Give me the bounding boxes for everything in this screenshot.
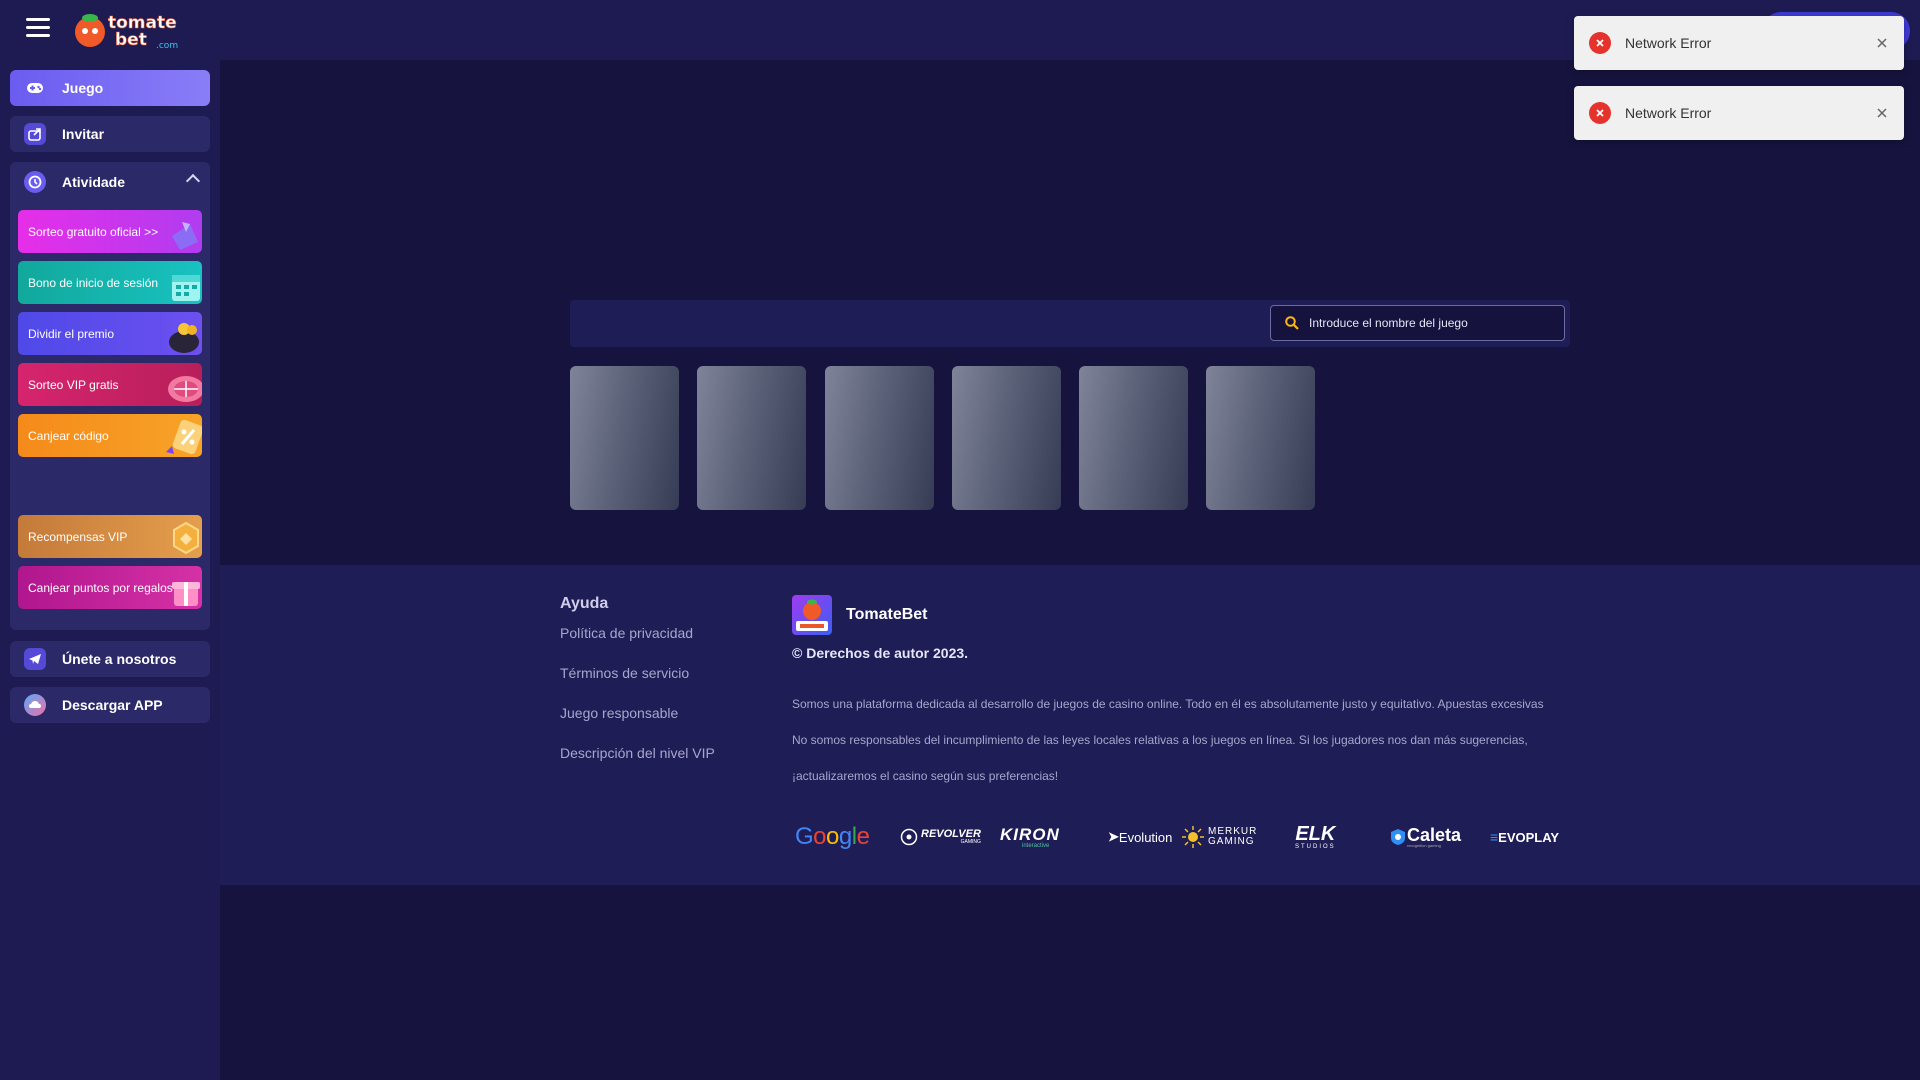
error-toast: Network Error [1574, 86, 1904, 140]
roulette-wheel-icon [168, 376, 202, 402]
footer-link-terms[interactable]: Términos de servicio [560, 665, 689, 681]
promo-label: Canjear código [28, 429, 109, 443]
activity-toggle[interactable]: Atividade [10, 162, 210, 202]
promo-label: Sorteo VIP gratis [28, 378, 119, 392]
footer-description-line: No somos responsables del incumplimiento… [792, 733, 1528, 747]
partner-name: KIRON [1000, 824, 1060, 844]
partner-name: MERKUR GAMING [1208, 825, 1258, 847]
partner-name: ELK [1295, 823, 1336, 845]
partner-logo-caleta: Caleta recognition gaming [1390, 825, 1461, 849]
partner-logo-google: Google [795, 823, 870, 850]
sidebar-item-juego[interactable]: Juego [10, 70, 210, 106]
partner-subtitle: interactive [1022, 842, 1050, 849]
gift-icon [172, 222, 198, 250]
sidebar-item-label: Invitar [62, 126, 105, 142]
partner-name: EVOPLAY [1498, 829, 1560, 845]
svg-text:bet: bet [115, 30, 147, 50]
svg-text:.com: .com [156, 41, 178, 51]
partner-logo-evoplay: ≡ EVOPLAY [1490, 829, 1560, 845]
merkur-sun-icon [1182, 826, 1204, 848]
close-icon[interactable] [1875, 36, 1889, 50]
download-app-icon [24, 694, 46, 716]
gamepad-icon [24, 77, 46, 99]
game-card-placeholder[interactable] [570, 366, 679, 510]
search-input[interactable] [1309, 316, 1549, 330]
calendar-icon [172, 275, 200, 301]
partner-subtitle: GAMING [960, 839, 981, 845]
promo-label: Recompensas VIP [28, 530, 128, 544]
error-icon [1589, 102, 1611, 124]
error-toast: Network Error [1574, 16, 1904, 70]
footer-link-vip-levels[interactable]: Descripción del nivel VIP [560, 745, 715, 761]
search-field[interactable] [1270, 305, 1565, 341]
partner-name: Evolution [1118, 829, 1173, 845]
activity-panel: Atividade Sorteo gratuito oficial >> Bon… [10, 162, 210, 630]
footer-description-line: Somos una plataforma dedicada al desarro… [792, 697, 1544, 711]
promo-label: Dividir el premio [28, 327, 115, 341]
promo-canjear-puntos[interactable]: Canjear puntos por regalos [18, 566, 202, 609]
promo-label: Sorteo gratuito oficial >> [28, 225, 159, 239]
partner-logo-elk: ELK STUDIOS [1295, 823, 1336, 850]
sidebar-item-invitar[interactable]: Invitar [10, 116, 210, 152]
promo-bono-inicio[interactable]: Bono de inicio de sesión [18, 261, 202, 304]
partner-logo-revolver: REVOLVER GAMING [900, 825, 981, 849]
game-card-placeholder[interactable] [1206, 366, 1315, 510]
sidebar-item-unete[interactable]: Únete a nosotros [10, 641, 210, 677]
sidebar-item-label: Descargar APP [62, 697, 163, 713]
brand-logo [792, 595, 832, 635]
close-icon[interactable] [1875, 106, 1889, 120]
game-search-bar [570, 300, 1570, 347]
activity-label: Atividade [62, 174, 126, 190]
discount-percent-icon [166, 419, 202, 455]
promo-label: Bono de inicio de sesión [28, 276, 159, 290]
promo-canjear-codigo[interactable]: Canjear código [18, 414, 202, 457]
partner-logo-evolution: ➤ Evolution [1108, 829, 1173, 845]
game-card-placeholder[interactable] [825, 366, 934, 510]
promo-recompensas-vip[interactable]: Recompensas VIP [18, 515, 202, 558]
partner-name: Google [795, 823, 870, 850]
game-card-placeholder[interactable] [952, 366, 1061, 510]
brand-name: TomateBet [846, 606, 928, 623]
partner-subtitle: STUDIOS [1295, 844, 1336, 850]
promo-label: Canjear puntos por regalos [28, 581, 173, 595]
game-card-placeholder[interactable] [1079, 366, 1188, 510]
footer-link-privacy[interactable]: Política de privacidad [560, 625, 693, 641]
gift-box-icon [172, 582, 200, 606]
revolver-icon [900, 828, 918, 846]
chevron-up-icon [185, 173, 201, 189]
footer-link-responsible[interactable]: Juego responsable [560, 705, 678, 721]
promo-sorteo-vip[interactable]: Sorteo VIP gratis [18, 363, 202, 406]
footer-description-line: ¡actualizaremos el casino según sus pref… [792, 769, 1059, 783]
partner-name: Caleta [1407, 825, 1462, 845]
copyright: © Derechos de autor 2023. [792, 645, 969, 661]
share-icon [24, 123, 46, 145]
telegram-icon [24, 648, 46, 670]
sidebar-item-label: Únete a nosotros [62, 651, 177, 667]
help-title: Ayuda [560, 595, 609, 612]
tomatebet-logo[interactable]: tomate bet .com [70, 6, 185, 52]
sidebar-item-label: Juego [62, 80, 104, 96]
error-icon [1589, 32, 1611, 54]
sidebar-item-descargar-app[interactable]: Descargar APP [10, 687, 210, 723]
hamburger-menu-icon[interactable] [26, 18, 50, 40]
promo-dividir-premio[interactable]: Dividir el premio [18, 312, 202, 355]
caleta-shield-icon [1391, 829, 1405, 845]
promo-sorteo-gratuito[interactable]: Sorteo gratuito oficial >> [18, 210, 202, 253]
partner-subtitle: recognition gaming [1407, 843, 1441, 848]
search-icon [1285, 316, 1299, 330]
partner-logo-kiron: KIRON interactive [1000, 825, 1060, 849]
treasure-pot-icon [169, 323, 199, 353]
footer [220, 565, 1920, 885]
activity-icon [24, 171, 46, 193]
toast-message: Network Error [1625, 105, 1712, 121]
vip-hexagon-icon [173, 521, 199, 555]
game-card-placeholder[interactable] [697, 366, 806, 510]
partner-logo-merkur: MERKUR GAMING [1182, 825, 1262, 849]
toast-message: Network Error [1625, 35, 1712, 51]
